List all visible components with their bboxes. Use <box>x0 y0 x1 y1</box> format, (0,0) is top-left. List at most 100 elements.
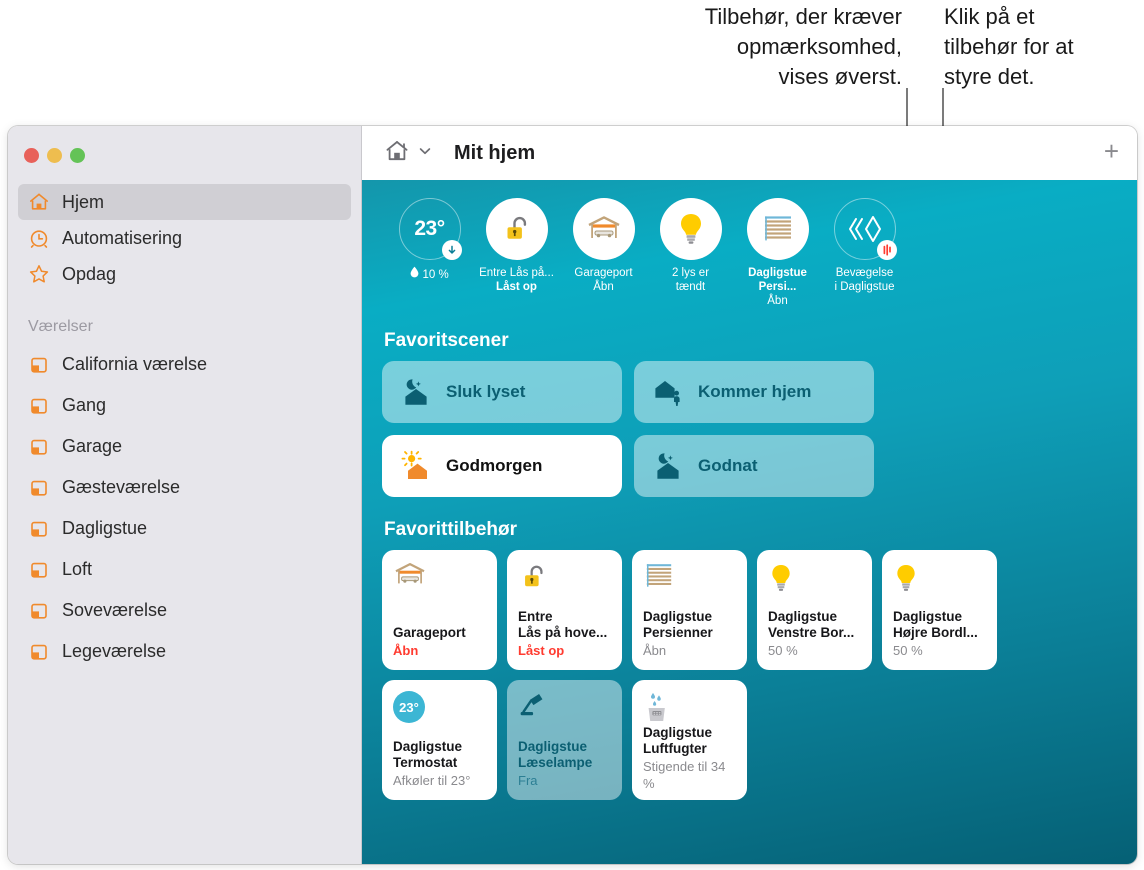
accessory-name: Dagligstue Højre Bordl... <box>893 609 978 640</box>
scene-label: Sluk lyset <box>446 382 526 401</box>
zoom-button[interactable] <box>70 148 85 163</box>
screenshot-root: Tilbehør, der kræver opmærksomhed, vises… <box>0 0 1144 870</box>
main-panel: Mit hjem + 23° 10 % Entre Lås på... Låst… <box>362 126 1137 864</box>
sidebar-item-automatisering[interactable]: Automatisering <box>18 220 351 256</box>
accessory-state: Åbn <box>393 643 419 658</box>
sidebar-item-label: Opdag <box>62 263 117 284</box>
close-button[interactable] <box>24 148 39 163</box>
home-selector[interactable] <box>384 138 432 169</box>
clock-icon <box>28 227 50 249</box>
accessory-name: Dagligstue Luftfugter <box>643 725 713 756</box>
lightbulb-icon <box>893 561 986 601</box>
sidebar-item-gaestevaerelse[interactable]: Gæsteværelse <box>18 467 351 508</box>
toolbar: Mit hjem + <box>362 126 1137 180</box>
sidebar-item-label: Garage <box>62 436 123 456</box>
accessory-state: Stigende til 34 % <box>643 759 726 791</box>
arrow-down-icon <box>441 240 462 260</box>
thermostat-temp-value: 23° <box>393 691 425 723</box>
accessory-text: Dagligstue Læselampe Fra <box>518 739 611 800</box>
sidebar-item-label: Gang <box>62 395 107 415</box>
sidebar-item-hjem[interactable]: Hjem <box>18 184 351 220</box>
accessory-card-luftfugter[interactable]: Dagligstue Luftfugter Stigende til 34 % <box>632 680 747 800</box>
accessory-card-laeselampe[interactable]: Dagligstue Læselampe Fra <box>507 680 622 800</box>
sidebar-item-opdag[interactable]: Opdag <box>18 256 351 292</box>
star-icon <box>28 263 50 285</box>
scene-label: Godmorgen <box>446 456 543 475</box>
status-item-motion[interactable]: Bevægelse i Dagligstue <box>821 198 908 308</box>
scene-card-godnat[interactable]: Godnat <box>634 435 874 497</box>
motion-sensor-icon <box>833 198 897 260</box>
sidebar-item-sovevaerelse[interactable]: Soveværelse <box>18 590 351 631</box>
accessory-card-persienner[interactable]: Dagligstue Persienner Åbn <box>632 550 747 670</box>
status-item-label: Garageport Åbn <box>574 267 633 293</box>
accessories-grid: Garageport Åbn Entre Lås på hove... Låst… <box>382 550 1117 800</box>
room-icon <box>28 600 50 622</box>
callout-attention-text: Tilbehør, der kræver opmærksomhed, vises… <box>704 4 902 89</box>
status-item-label: 2 lys er tændt <box>671 267 710 293</box>
scene-label: Kommer hjem <box>698 382 812 401</box>
status-item-entry-lock[interactable]: Entre Lås på... Låst op <box>473 198 560 308</box>
scene-card-sluk-lyset[interactable]: Sluk lyset <box>382 361 622 423</box>
sidebar-item-label: Legeværelse <box>62 641 167 661</box>
accessory-card-venstre-bordlampe[interactable]: Dagligstue Venstre Bor... 50 % <box>757 550 872 670</box>
accessory-text: Dagligstue Venstre Bor... 50 % <box>768 609 861 670</box>
room-icon <box>28 641 50 663</box>
accessory-text: Dagligstue Luftfugter Stigende til 34 % <box>643 725 736 803</box>
sidebar-item-dagligstue[interactable]: Dagligstue <box>18 508 351 549</box>
accessory-card-hojre-bordlampe[interactable]: Dagligstue Højre Bordl... 50 % <box>882 550 997 670</box>
home-app-window: Hjem Automatisering Opdag Værelser Calif… <box>8 126 1137 864</box>
accessory-text: Dagligstue Højre Bordl... 50 % <box>893 609 986 670</box>
accessory-state: Afkøler til 23° <box>393 773 471 788</box>
scene-label: Godnat <box>698 456 758 475</box>
accessory-card-entre-las[interactable]: Entre Lås på hove... Låst op <box>507 550 622 670</box>
status-item-label: Dagligstue Persi... Åbn <box>748 267 807 307</box>
scene-card-godmorgen[interactable]: Godmorgen <box>382 435 622 497</box>
unlocked-padlock-icon <box>518 561 611 601</box>
thermostat-bubble-icon: 23° <box>393 691 486 731</box>
add-accessory-button[interactable]: + <box>1104 138 1119 168</box>
lightbulb-icon <box>768 561 861 601</box>
scenes-grid: Sluk lyset Kommer hjem Godmorgen Godnat <box>382 361 1117 497</box>
room-icon <box>28 436 50 458</box>
accessory-text: Garageport Åbn <box>393 625 486 670</box>
sidebar-item-label: Automatisering <box>62 227 183 248</box>
sidebar-item-loft[interactable]: Loft <box>18 549 351 590</box>
sidebar-item-label: Loft <box>62 559 93 579</box>
sidebar-top-nav: Hjem Automatisering Opdag <box>8 184 361 292</box>
sun-house-icon <box>400 450 432 482</box>
blinds-icon <box>643 561 736 601</box>
accessory-text: Entre Lås på hove... Låst op <box>518 609 611 670</box>
lightbulb-icon <box>659 198 722 260</box>
sidebar-item-label: Soveværelse <box>62 600 168 620</box>
status-item-garage-door[interactable]: Garageport Åbn <box>560 198 647 308</box>
callout-click-text: Klik på et tilbehør for at styre det. <box>944 4 1074 89</box>
blinds-icon <box>746 198 809 260</box>
sidebar-item-california-vaerelse[interactable]: California værelse <box>18 344 351 385</box>
accessory-card-garageport[interactable]: Garageport Åbn <box>382 550 497 670</box>
scene-card-kommer-hjem[interactable]: Kommer hjem <box>634 361 874 423</box>
accessory-name: Dagligstue Læselampe <box>518 739 593 770</box>
accessory-card-termostat[interactable]: 23° Dagligstue Termostat Afkøler til 23° <box>382 680 497 800</box>
room-icon <box>28 354 50 376</box>
sidebar-section-header: Værelser <box>28 318 93 335</box>
status-item-lights[interactable]: 2 lys er tændt <box>647 198 734 308</box>
accessory-text: Dagligstue Termostat Afkøler til 23° <box>393 739 486 800</box>
sidebar-item-gang[interactable]: Gang <box>18 385 351 426</box>
house-icon <box>384 138 410 169</box>
accessory-state: 50 % <box>768 643 798 658</box>
sound-wave-icon <box>876 240 897 260</box>
minimize-button[interactable] <box>47 148 62 163</box>
status-item-label: Bevægelse i Dagligstue <box>834 267 895 293</box>
house-person-icon <box>652 376 684 408</box>
room-icon <box>28 395 50 417</box>
sidebar-item-legevaerelse[interactable]: Legeværelse <box>18 631 351 672</box>
sidebar-item-garage[interactable]: Garage <box>18 426 351 467</box>
room-icon <box>28 559 50 581</box>
accessory-name: Dagligstue Venstre Bor... <box>768 609 855 640</box>
chevron-down-icon[interactable] <box>418 144 432 163</box>
moon-house-icon <box>652 450 684 482</box>
sidebar-item-label: Gæsteværelse <box>62 477 181 497</box>
status-item-temperature[interactable]: 23° 10 % <box>386 198 473 308</box>
status-item-blinds[interactable]: Dagligstue Persi... Åbn <box>734 198 821 308</box>
status-item-label: 10 % <box>384 266 476 282</box>
